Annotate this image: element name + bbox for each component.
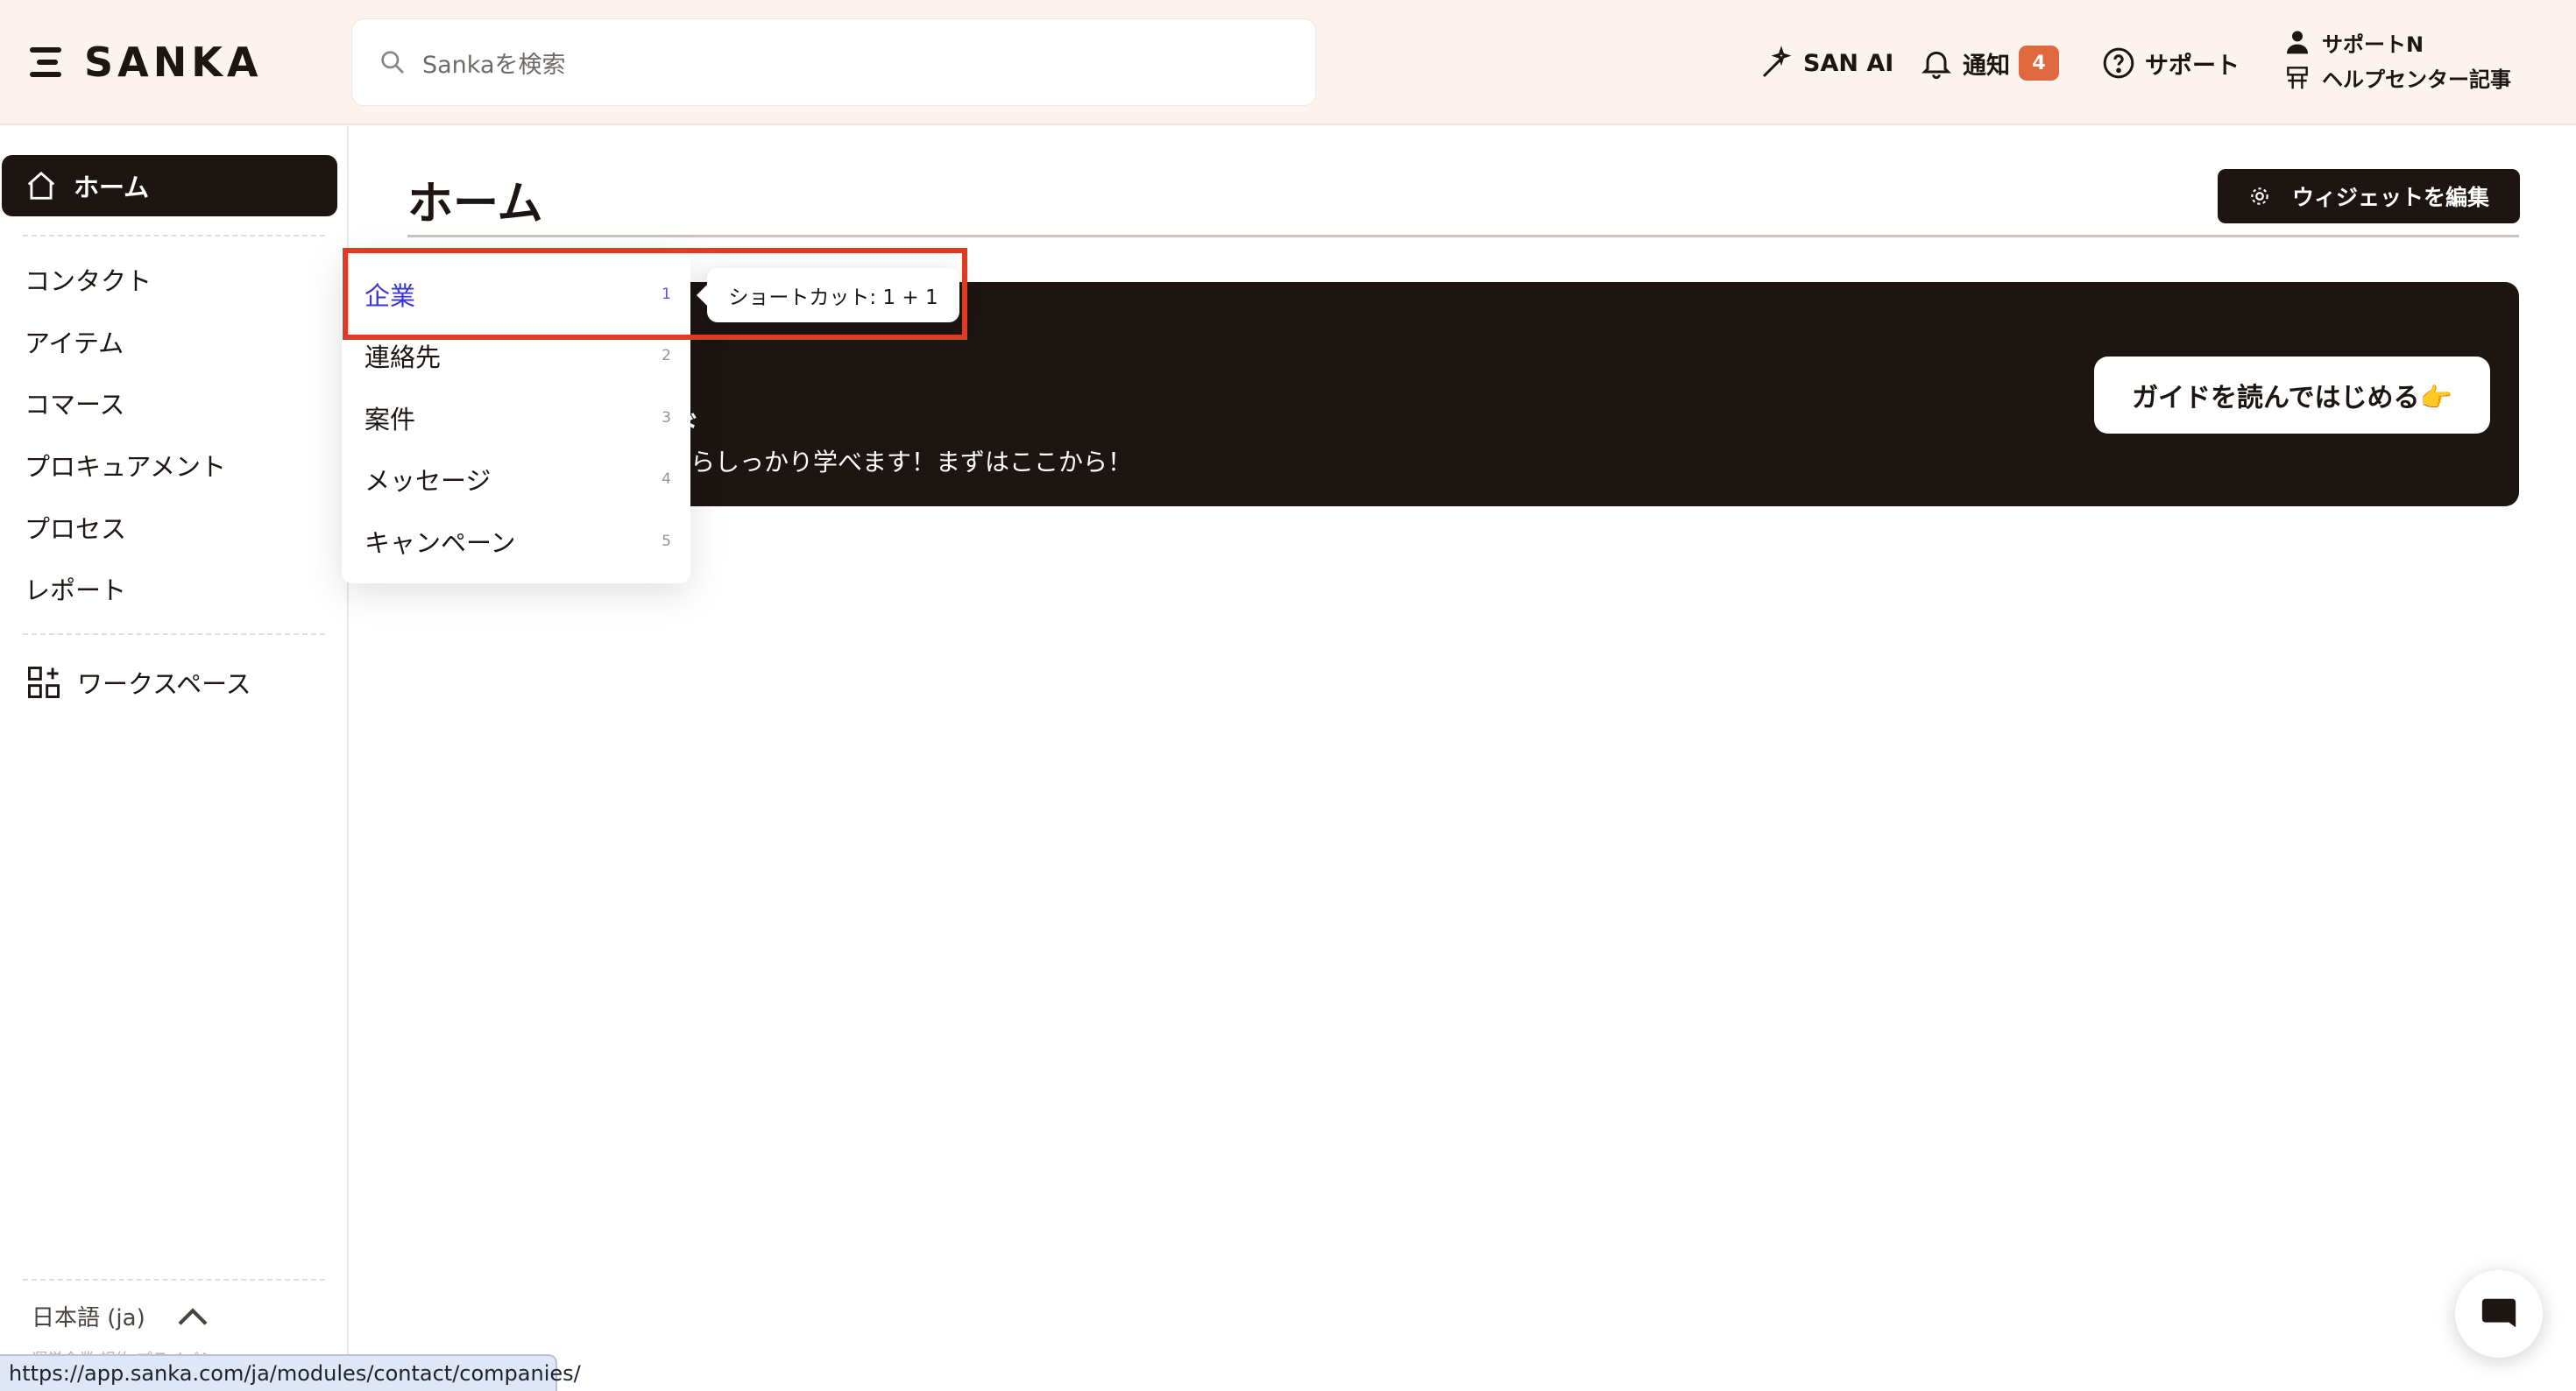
page-title: ホーム [407,178,543,230]
divider [23,1279,325,1281]
submenu-item-deals[interactable]: 案件 3 [364,393,671,442]
submenu-label: 連絡先 [364,342,442,372]
support-label: サポート [2145,52,2240,80]
notifications-label: 通知 [1963,52,2010,80]
help-center-row[interactable]: ヘルプセンター記事 [2283,60,2546,95]
shortcut-key: 2 [662,347,671,364]
logo[interactable]: SANKA [30,37,262,88]
divider [23,633,325,635]
chevron-up-icon [178,1307,208,1325]
menu-icon[interactable] [30,44,67,81]
sidebar-item-commerce[interactable]: コマース [25,381,125,425]
submenu-label: メッセージ [364,466,492,496]
notifications-button[interactable]: 通知 4 [1919,39,2059,88]
sidebar-item-reports[interactable]: レポート [25,567,126,611]
edit-widget-label: ウィジェットを編集 [2291,185,2489,210]
sidebar-item-home[interactable]: ホーム [2,155,337,216]
sidebar-item-process[interactable]: プロセス [25,505,126,549]
san-ai-label: SAN AI [1803,49,1894,77]
read-guide-button[interactable]: ガイドを読んではじめる👉 [2094,357,2490,434]
shortcut-key: 3 [662,409,671,427]
submenu-item-messages[interactable]: メッセージ 4 [364,455,671,504]
signpost-icon [2287,67,2308,89]
sidebar-item-contact[interactable]: コンタクト [25,258,152,301]
banner-subtitle: からしっかり学べます！まずはここから！ [666,448,1133,477]
bell-icon [1921,51,1951,80]
search-placeholder: Sankaを検索 [422,51,566,79]
submenu-label: 案件 [364,405,416,434]
language-selector[interactable]: 日本語 (ja) [32,1300,210,1332]
sidebar-item-items[interactable]: アイテム [25,320,124,364]
user-name: サポートN [2322,32,2424,57]
sidebar-item-workspace[interactable]: ワークスペース [25,660,251,704]
help-center-link: ヘルプセンター記事 [2322,67,2511,92]
gear-icon [2251,187,2268,205]
shortcut-key: 4 [662,470,671,488]
edit-widget-button[interactable]: ウィジェットを編集 [2218,169,2520,223]
user-icon [2287,31,2308,54]
logo-text: SANKA [84,39,263,86]
divider [23,235,325,237]
chat-icon [2481,1298,2516,1328]
san-ai-button[interactable]: SAN AI [1759,39,1893,88]
sidebar-item-label: ワークスペース [77,669,251,699]
home-icon [27,171,55,200]
search-input[interactable]: Sankaを検索 [351,18,1316,106]
title-divider [407,235,2519,237]
help-circle-icon [2103,47,2134,79]
user-menu[interactable]: サポートN ヘルプセンター記事 [2283,25,2546,95]
apps-grid-icon [28,667,60,698]
link-preview-url: https://app.sanka.com/ja/modules/contact… [0,1354,581,1391]
search-icon [381,51,404,74]
sidebar: ホーム コンタクト アイテム コマース プロキュアメント プロセス レポート ワ… [0,126,349,1391]
shortcut-key: 5 [662,533,671,550]
language-label: 日本語 (ja) [32,1305,145,1331]
highlight-box [343,248,967,340]
sidebar-item-label: ホーム [74,173,150,202]
user-name-row[interactable]: サポートN [2283,25,2546,60]
submenu-label: キャンペーン [364,528,516,558]
submenu-item-campaigns[interactable]: キャンペーン 5 [364,517,671,566]
chat-button[interactable] [2455,1270,2543,1358]
support-button[interactable]: サポート [2101,39,2240,88]
sidebar-item-procurement[interactable]: プロキュアメント [25,443,226,487]
magic-wand-icon [1762,46,1792,78]
top-header: SANKA Sankaを検索 SAN AI 通知 4 サポート サポートN ヘル… [0,0,2576,125]
notification-count-badge: 4 [2019,46,2059,81]
